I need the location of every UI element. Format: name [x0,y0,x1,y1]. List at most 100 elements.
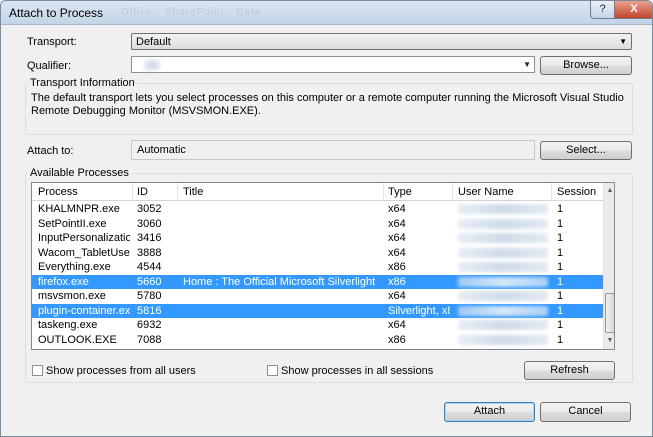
cell-session: 1 [557,203,564,215]
redacted-user-name [458,218,548,229]
column-separator[interactable] [177,183,178,201]
process-list[interactable]: Process ID Title Type User Name Session … [31,182,615,350]
cell-type: x86 [388,275,406,288]
cell-session: 1 [557,246,564,259]
transport-combo[interactable]: Default ▼ [131,33,632,50]
cancel-button[interactable]: Cancel [540,402,631,422]
cell-session: 1 [557,304,564,317]
cell-id: 3888 [137,246,162,259]
cell-type: x64 [388,319,406,331]
cell-process: taskeng.exe [38,319,98,331]
browse-button[interactable]: Browse... [540,56,632,75]
transport-value: Default [136,36,171,48]
help-button[interactable]: ? [590,1,615,19]
redacted-user-name [458,291,548,301]
cell-process: msvsmon.exe [38,290,106,302]
cell-type: x64 [388,203,406,215]
available-processes-title: Available Processes [28,167,131,179]
column-separator[interactable] [383,183,384,201]
column-header-user-name[interactable]: User Name [458,186,514,198]
cell-session: 1 [557,319,564,331]
cell-process: firefox.exe [38,275,89,288]
redacted-user-name [458,276,548,287]
table-row[interactable]: SetPointII.exe 3060 x64 1 [32,217,604,231]
attach-to-value: Automatic [137,144,186,156]
show-all-users-checkbox[interactable] [32,365,43,376]
refresh-button-label: Refresh [550,364,589,376]
cell-type: x64 [388,217,406,230]
redacted-user-name [458,247,548,258]
redacted-user-name [458,233,548,243]
table-row[interactable]: msvsmon.exe 5780 x64 1 [32,289,604,303]
attach-to-label: Attach to: [27,145,74,157]
transport-label: Transport: [27,36,77,48]
cell-process: SetPointII.exe [38,217,107,230]
cell-session: 1 [557,290,564,302]
help-icon: ? [599,3,606,15]
cell-process: OUTLOOK.EXE [38,333,117,346]
vertical-scrollbar[interactable]: ▲ ▼ [603,183,614,349]
column-header-session[interactable]: Session [557,186,596,198]
column-header-id[interactable]: ID [137,186,148,198]
table-row[interactable]: firefox.exe 5660 Home : The Official Micro… [32,274,604,289]
cell-process: Wacom_TabletUser.exe [38,246,130,259]
column-separator[interactable] [551,183,552,201]
cell-id: 3052 [137,203,162,215]
table-row[interactable]: KHALMNPR.exe 3052 x64 1 [32,202,604,216]
redacted-user-name [458,334,548,345]
title-bar[interactable]: Attach to Process Office · SharePoint · … [1,1,652,25]
refresh-button[interactable]: Refresh [524,361,615,380]
column-separator[interactable] [132,183,133,201]
column-separator[interactable] [452,183,453,201]
attach-button[interactable]: Attach [444,402,535,422]
transport-info-text: The default transport lets you select pr… [31,92,624,117]
show-all-sessions-label[interactable]: Show processes in all sessions [281,365,433,377]
redacted-user-name [458,204,548,214]
redacted-user-name [458,262,548,272]
select-button-label: Select... [566,144,606,156]
cell-process: Everything.exe [38,261,111,273]
table-row[interactable]: Everything.exe 4544 x86 1 [32,260,604,274]
cell-id: 5816 [137,304,162,317]
background-ghost-text: Office · SharePoint · Data [121,7,262,18]
table-row[interactable]: InputPersonalization.... 3416 x64 1 [32,231,604,245]
cell-type: x64 [388,290,406,302]
show-all-users-label[interactable]: Show processes from all users [46,365,196,377]
redacted-machine-name [144,60,160,70]
cell-session: 1 [557,261,564,273]
table-row[interactable]: OUTLOOK.EXE 7088 x86 1 [32,333,604,347]
window-title: Attach to Process [9,6,104,20]
cell-id: 3416 [137,232,162,244]
cell-session: 1 [557,275,564,288]
attach-to-process-dialog: Attach to Process Office · SharePoint · … [0,0,653,437]
table-row[interactable]: taskeng.exe 6932 x64 1 [32,318,604,332]
show-all-sessions-checkbox[interactable] [267,365,278,376]
redacted-user-name [458,305,548,316]
chevron-down-icon: ▼ [523,60,531,69]
chevron-down-icon: ▼ [619,37,627,46]
column-header-process[interactable]: Process [38,186,78,198]
cell-type: x86 [388,261,406,273]
cancel-button-label: Cancel [568,405,603,417]
select-button[interactable]: Select... [540,141,632,160]
column-header-type[interactable]: Type [388,186,412,198]
cell-id: 3060 [137,217,162,230]
table-row[interactable]: Wacom_TabletUser.exe 3888 x64 1 [32,246,604,260]
column-header-title[interactable]: Title [183,186,203,198]
qualifier-combo[interactable]: ▼ [131,56,535,73]
cell-id: 5780 [137,290,162,302]
cell-type: x86 [388,333,406,346]
cell-id: 4544 [137,261,162,273]
scroll-up-icon[interactable]: ▲ [604,185,614,197]
close-button[interactable]: X [614,1,652,19]
cell-type: Silverlight, x86 [388,304,450,317]
attach-button-label: Attach [473,405,506,417]
attach-to-field: Automatic [131,140,535,160]
scroll-down-icon[interactable]: ▼ [604,335,614,347]
process-list-header: Process ID Title Type User Name Session [32,183,604,201]
cell-title: Home : The Official Microsoft Silverligh… [183,275,379,288]
cell-process: InputPersonalization.... [38,232,130,244]
scroll-thumb[interactable] [605,293,614,333]
cell-id: 6932 [137,319,162,331]
table-row[interactable]: plugin-container.exe 5816 Silverlight, x86… [32,303,604,318]
